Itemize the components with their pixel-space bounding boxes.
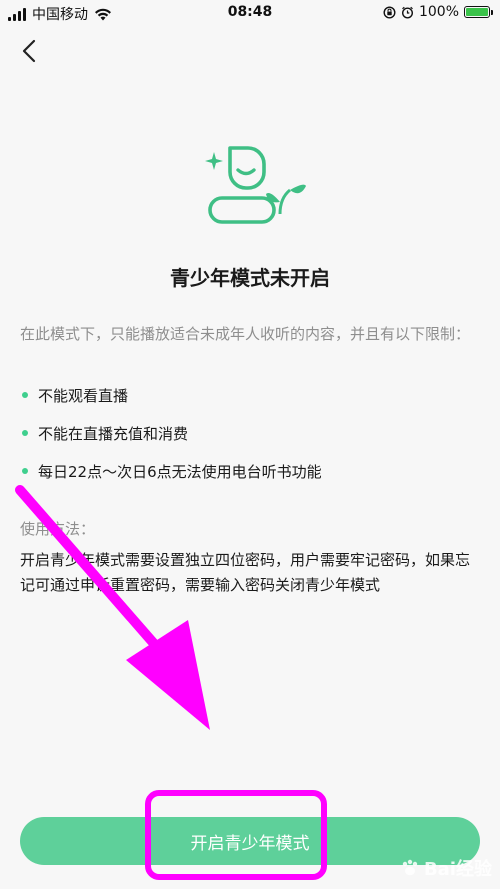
restriction-text: 不能观看直播 — [38, 386, 129, 405]
list-item: 不能在直播充值和消费 — [20, 422, 480, 444]
battery-percent: 100% — [418, 4, 459, 20]
back-button[interactable] — [18, 38, 42, 64]
battery-icon — [464, 6, 493, 18]
teen-mode-plant-icon — [205, 146, 306, 224]
teen-mode-screen: 中国移动 08:48 100% 青少年模式未开启 在此模式下，只能播放适合未成年… — [0, 0, 500, 889]
restriction-text: 不能在直播充值和消费 — [38, 424, 189, 443]
enable-teen-mode-button[interactable]: 开启青少年模式 — [20, 817, 480, 865]
back-arrow-icon — [22, 39, 36, 63]
bullet-dot-icon — [22, 468, 28, 474]
status-bar: 中国移动 08:48 100% — [0, 0, 500, 28]
list-item: 每日22点～次日6点无法使用电台听书功能 — [20, 460, 480, 482]
usage-heading: 使用方法： — [20, 520, 96, 538]
page-title: 青少年模式未开启 — [170, 266, 330, 290]
status-right: 100% — [383, 4, 493, 20]
restriction-list: 不能观看直播 不能在直播充值和消费 每日22点～次日6点无法使用电台听书功能 — [20, 384, 480, 498]
alarm-icon — [401, 6, 413, 19]
bullet-dot-icon — [22, 392, 28, 398]
restriction-text: 每日22点～次日6点无法使用电台听书功能 — [38, 462, 322, 481]
intro-text: 在此模式下，只能播放适合未成年人收听的内容，并且有以下限制： — [20, 325, 471, 343]
bullet-dot-icon — [22, 430, 28, 436]
usage-text: 开启青少年模式需要设置独立四位密码，用户需要牢记密码，如果忘记可通过申诉重置密码… — [20, 551, 471, 594]
rotation-lock-icon — [383, 5, 396, 19]
list-item: 不能观看直播 — [20, 384, 480, 406]
